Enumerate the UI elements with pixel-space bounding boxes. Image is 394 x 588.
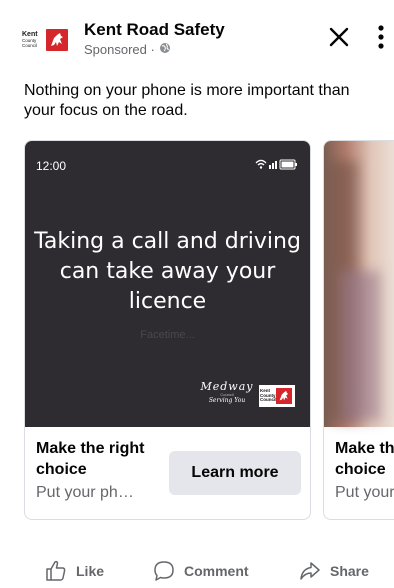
card-footer: Make the right choice Put your ph… Learn… (25, 427, 310, 519)
post-header: Kent County Council Kent Road Safety Spons… (0, 0, 394, 72)
like-button[interactable]: Like (44, 558, 104, 584)
card-image[interactable] (324, 141, 394, 427)
kent-mini-logo-text: Kent County Council (260, 388, 277, 403)
medway-tagline: Serving You (208, 397, 246, 404)
share-label: Share (330, 563, 369, 579)
kent-horse-logo-icon (276, 388, 292, 404)
learn-more-button[interactable]: Learn more (169, 451, 301, 495)
close-button[interactable] (324, 22, 354, 52)
card-description: Put your ph… (335, 484, 394, 501)
kent-council-mini-logo: Kent County Council (259, 385, 295, 407)
card-title[interactable]: Make the right choice (36, 438, 166, 480)
comment-label: Comment (184, 563, 249, 579)
post-body-text: Nothing on your phone is more important … (24, 82, 350, 119)
comment-button[interactable]: Comment (152, 558, 249, 584)
carousel-card[interactable]: 12:00 Taking a call and driving can take… (24, 140, 311, 520)
blurred-figure (340, 271, 380, 421)
close-icon (329, 27, 349, 47)
share-icon (300, 562, 320, 580)
kent-county-council-logo-text: Kent County Council (22, 30, 38, 49)
card-footer: Make the right choice Put your ph… (324, 427, 394, 519)
card-description: Put your ph… (36, 484, 134, 501)
post-action-bar: Like Comment Share (0, 552, 394, 588)
ad-carousel[interactable]: 12:00 Taking a call and driving can take… (0, 140, 394, 520)
kent-horse-logo-icon (46, 29, 68, 51)
share-button[interactable]: Share (298, 558, 369, 584)
sponsored-line: Sponsored · (84, 42, 171, 57)
sponsored-label: Sponsored · (84, 42, 155, 57)
facetime-faded-text: Facetime... (140, 329, 195, 341)
page-name[interactable]: Kent Road Safety (84, 20, 225, 40)
card-image[interactable]: 12:00 Taking a call and driving can take… (25, 141, 310, 427)
medway-logo: Medway Council Serving You (199, 381, 255, 405)
like-label: Like (76, 563, 105, 579)
carousel-card[interactable]: Make the right choice Put your ph… (323, 140, 394, 520)
more-options-button[interactable] (374, 22, 388, 52)
phone-status-icons (254, 157, 298, 175)
phone-time: 12:00 (36, 159, 67, 173)
media-headline: Taking a call and driving can take away … (34, 229, 301, 314)
more-vertical-icon (378, 25, 384, 49)
comment-icon (154, 561, 174, 581)
globe-icon (159, 42, 171, 57)
thumbs-up-icon (46, 560, 66, 581)
card-title[interactable]: Make the right choice (335, 438, 394, 480)
avatar[interactable]: Kent County Council (22, 22, 76, 58)
